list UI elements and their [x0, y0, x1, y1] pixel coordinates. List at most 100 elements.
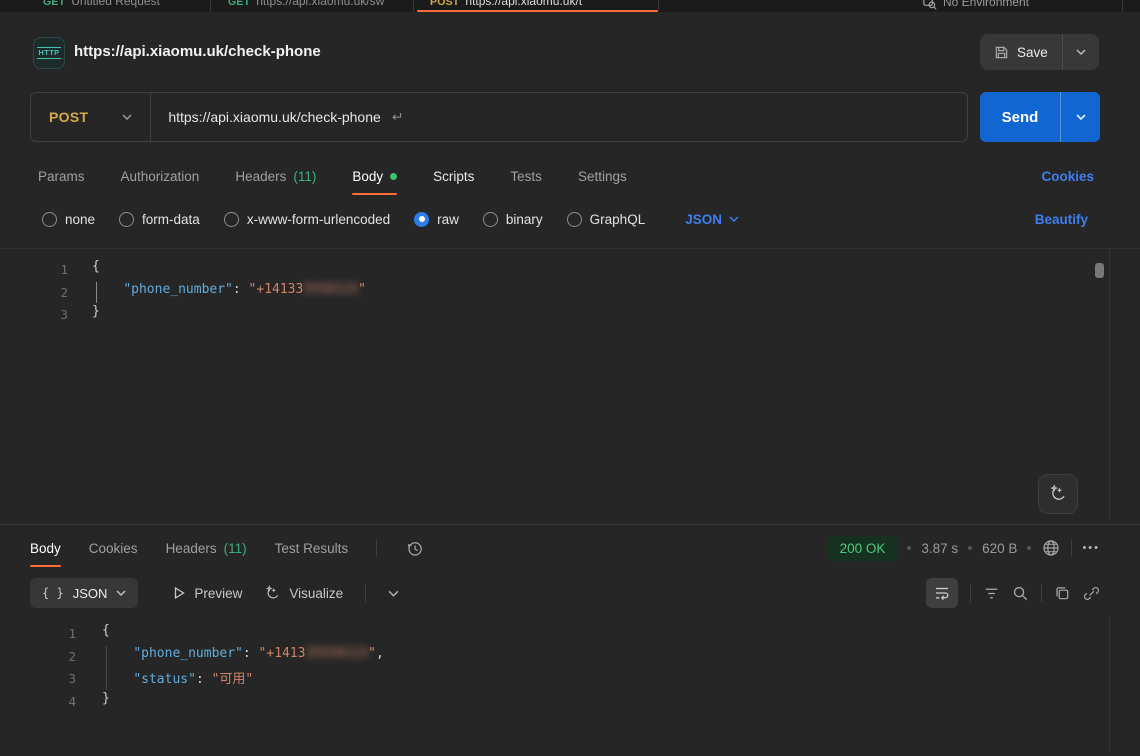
chevron-down-icon	[729, 216, 739, 222]
tab-settings[interactable]: Settings	[578, 156, 627, 196]
tab-divider	[658, 1, 659, 11]
request-tabs: Params Authorization Headers(11) Body Sc…	[0, 156, 1140, 196]
toolbar-divider	[970, 584, 971, 602]
format-label: JSON	[73, 586, 108, 601]
editor-scrollbar-track	[1109, 616, 1110, 752]
pane-divider[interactable]	[0, 524, 1140, 525]
mode-graphql[interactable]: GraphQL	[567, 212, 646, 227]
separator-dot	[1027, 546, 1031, 550]
response-tab-headers[interactable]: Headers(11)	[166, 528, 247, 568]
globe-network-icon[interactable]	[1041, 538, 1061, 558]
tab-method-badge: GET	[228, 0, 250, 8]
response-tab-body[interactable]: Body	[30, 528, 61, 568]
response-tab-test-results[interactable]: Test Results	[275, 528, 349, 568]
visualize-button[interactable]: Visualize	[264, 585, 343, 602]
tab-headers[interactable]: Headers(11)	[235, 156, 316, 196]
tab-method-badge: POST	[430, 0, 459, 8]
body-mode-row: none form-data x-www-form-urlencoded raw…	[0, 200, 1140, 238]
beautify-link[interactable]: Beautify	[1035, 200, 1088, 238]
link-icon[interactable]	[1083, 585, 1100, 602]
tab-scripts[interactable]: Scripts	[433, 156, 474, 196]
response-tab-cookies[interactable]: Cookies	[89, 528, 138, 568]
chevron-down-icon	[1076, 49, 1086, 55]
more-options-icon[interactable]: •••	[1082, 542, 1100, 554]
tab-title: https://api.xiaomu.uk/sw	[256, 0, 384, 8]
send-button[interactable]: Send	[980, 109, 1060, 126]
separator-dot	[968, 546, 972, 550]
send-options-button[interactable]	[1061, 114, 1100, 120]
workspace-tab-bar: GETUntitled Request GET https://api.xiaom…	[0, 0, 1140, 12]
method-dropdown[interactable]: POST	[31, 93, 150, 141]
request-body-editor[interactable]: 123 { "phone_number": "+141335550123"}	[0, 248, 1140, 525]
sparkle-circle-icon	[264, 585, 281, 602]
response-size: 620 B	[982, 541, 1017, 556]
indent-guide	[96, 282, 97, 303]
tab-params[interactable]: Params	[38, 156, 85, 196]
radio-icon	[567, 212, 582, 227]
mode-raw[interactable]: raw	[414, 212, 459, 227]
workspace-tab[interactable]: GETUntitled Request	[43, 0, 160, 10]
preview-button[interactable]: Preview	[172, 586, 242, 601]
save-label: Save	[1017, 45, 1048, 60]
copy-icon[interactable]	[1054, 585, 1071, 602]
braces-icon: { }	[42, 586, 64, 600]
chevron-down-icon	[116, 590, 126, 596]
environment-label: No Environment	[943, 0, 1029, 11]
mode-none[interactable]: none	[42, 212, 95, 227]
radio-icon	[42, 212, 57, 227]
headers-count-badge: (11)	[224, 541, 247, 556]
language-dropdown[interactable]: JSON	[685, 212, 739, 227]
wrap-text-button[interactable]	[926, 578, 958, 608]
workspace-tab-active[interactable]: POSThttps://api.xiaomu.uk/t	[430, 0, 582, 10]
sparkle-circle-icon	[1048, 484, 1068, 504]
separator-dot	[907, 546, 911, 550]
filter-icon[interactable]	[983, 585, 1000, 602]
play-triangle-icon	[172, 586, 186, 600]
cookies-link[interactable]: Cookies	[1041, 156, 1094, 196]
save-button[interactable]: Save	[980, 34, 1062, 70]
body-modified-dot	[390, 173, 397, 180]
tab-body[interactable]: Body	[352, 156, 397, 196]
tab-divider	[210, 1, 211, 11]
environment-search-icon	[922, 0, 937, 10]
editor-scrollbar-thumb[interactable]	[1095, 263, 1104, 278]
tab-divider	[1122, 1, 1123, 11]
url-input[interactable]: https://api.xiaomu.uk/check-phone	[151, 109, 967, 125]
radio-icon	[483, 212, 498, 227]
response-body-code: { "phone_number": "+141335550123", "stat…	[102, 616, 384, 713]
radio-selected-icon	[414, 212, 429, 227]
response-status-bar: 200 OK 3.87 s 620 B •••	[828, 528, 1100, 568]
toolbar-divider	[365, 584, 366, 602]
tab-tests[interactable]: Tests	[510, 156, 542, 196]
save-options-button[interactable]	[1063, 34, 1099, 70]
http-request-icon: HTTP	[33, 37, 65, 69]
http-icon-label: HTTP	[37, 47, 60, 59]
request-body-code[interactable]: { "phone_number": "+141335550123"}	[92, 249, 366, 327]
postbot-ai-button[interactable]	[1038, 474, 1078, 514]
response-body-viewer[interactable]: 1234 { "phone_number": "+141335550123", …	[0, 616, 1140, 756]
workspace-tab[interactable]: GET https://api.xiaomu.uk/sw	[228, 0, 384, 10]
toolbar-divider	[1041, 584, 1042, 602]
save-split-button: Save	[980, 34, 1099, 70]
visualize-options-button[interactable]	[388, 590, 399, 597]
url-box: POST https://api.xiaomu.uk/check-phone	[30, 92, 968, 142]
mode-form-data[interactable]: form-data	[119, 212, 200, 227]
response-toolbar: { } JSON Preview Visualize	[0, 576, 1140, 610]
mode-x-www-form-urlencoded[interactable]: x-www-form-urlencoded	[224, 212, 390, 227]
chevron-down-icon	[122, 114, 132, 120]
response-history-icon[interactable]	[405, 539, 424, 558]
mode-binary[interactable]: binary	[483, 212, 543, 227]
response-tabs: Body Cookies Headers(11) Test Results 20…	[0, 528, 1140, 568]
tab-authorization[interactable]: Authorization	[121, 156, 200, 196]
environment-selector[interactable]: No Environment	[922, 0, 1029, 11]
radio-icon	[224, 212, 239, 227]
search-icon[interactable]	[1012, 585, 1029, 602]
status-code-badge[interactable]: 200 OK	[828, 536, 898, 561]
response-time: 3.87 s	[921, 541, 958, 556]
method-label: POST	[49, 109, 88, 125]
toolbar-divider	[376, 539, 377, 557]
editor-scrollbar-track	[1109, 249, 1110, 521]
line-number-gutter: 123	[0, 249, 68, 327]
response-format-dropdown[interactable]: { } JSON	[30, 578, 138, 608]
indent-guide	[106, 646, 107, 690]
